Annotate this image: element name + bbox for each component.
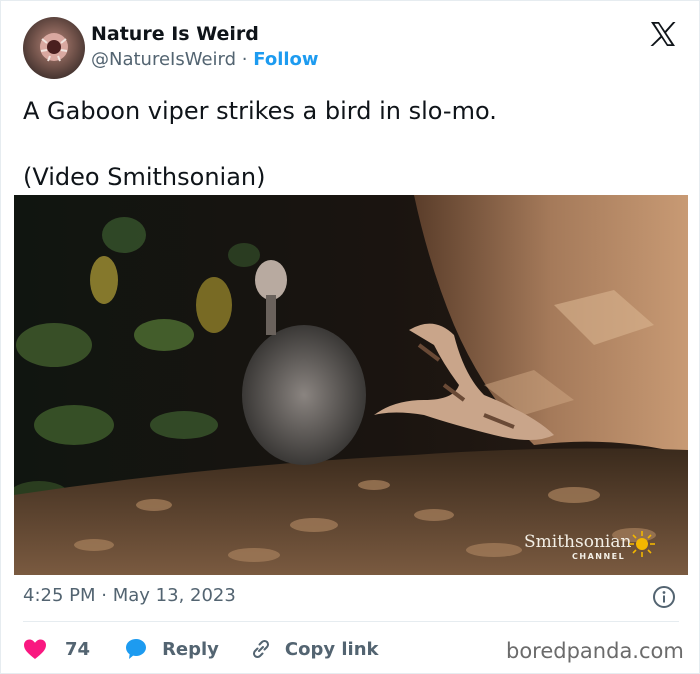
tweet-date: May 13, 2023 — [112, 585, 236, 606]
copy-link-button[interactable]: Copy link — [249, 637, 379, 661]
reply-button[interactable]: Reply — [124, 637, 219, 661]
action-bar: 74 Reply Copy link — [23, 635, 379, 663]
author-name[interactable]: Nature Is Weird — [91, 23, 259, 45]
speech-bubble-icon — [126, 639, 147, 659]
author-handle[interactable]: @NatureIsWeird — [91, 49, 236, 70]
tweet-card: Nature Is Weird @NatureIsWeird · Follow … — [0, 0, 700, 674]
tweet-line-1: A Gaboon viper strikes a bird in slo-mo. — [23, 97, 497, 125]
x-logo-icon[interactable] — [648, 19, 678, 49]
video-player[interactable]: Smithsonian CHANNEL — [14, 195, 688, 575]
tweet-timestamp[interactable]: 4:25 PM · May 13, 2023 — [23, 585, 236, 606]
like-count: 74 — [65, 638, 91, 660]
tweet-time: 4:25 PM — [23, 585, 96, 606]
copy-link-label: Copy link — [284, 638, 379, 660]
divider — [23, 621, 679, 622]
link-icon — [252, 639, 269, 659]
like-button[interactable]: 74 — [23, 638, 90, 660]
video-logo-subtext: CHANNEL — [572, 552, 625, 561]
tweet-line-2: (Video Smithsonian) — [23, 163, 266, 191]
meta-separator: · — [241, 49, 248, 70]
info-icon[interactable] — [652, 585, 676, 609]
follow-button[interactable]: Follow — [253, 49, 318, 70]
tweet-text: A Gaboon viper strikes a bird in slo-mo.… — [23, 93, 497, 195]
heart-icon — [24, 639, 46, 659]
source-watermark: boredpanda.com — [506, 639, 684, 663]
author-meta: @NatureIsWeird · Follow — [91, 49, 319, 70]
avatar[interactable] — [23, 17, 85, 79]
video-logo-text: Smithsonian — [524, 532, 631, 552]
timestamp-separator: · — [101, 585, 107, 606]
reply-label: Reply — [162, 638, 219, 660]
